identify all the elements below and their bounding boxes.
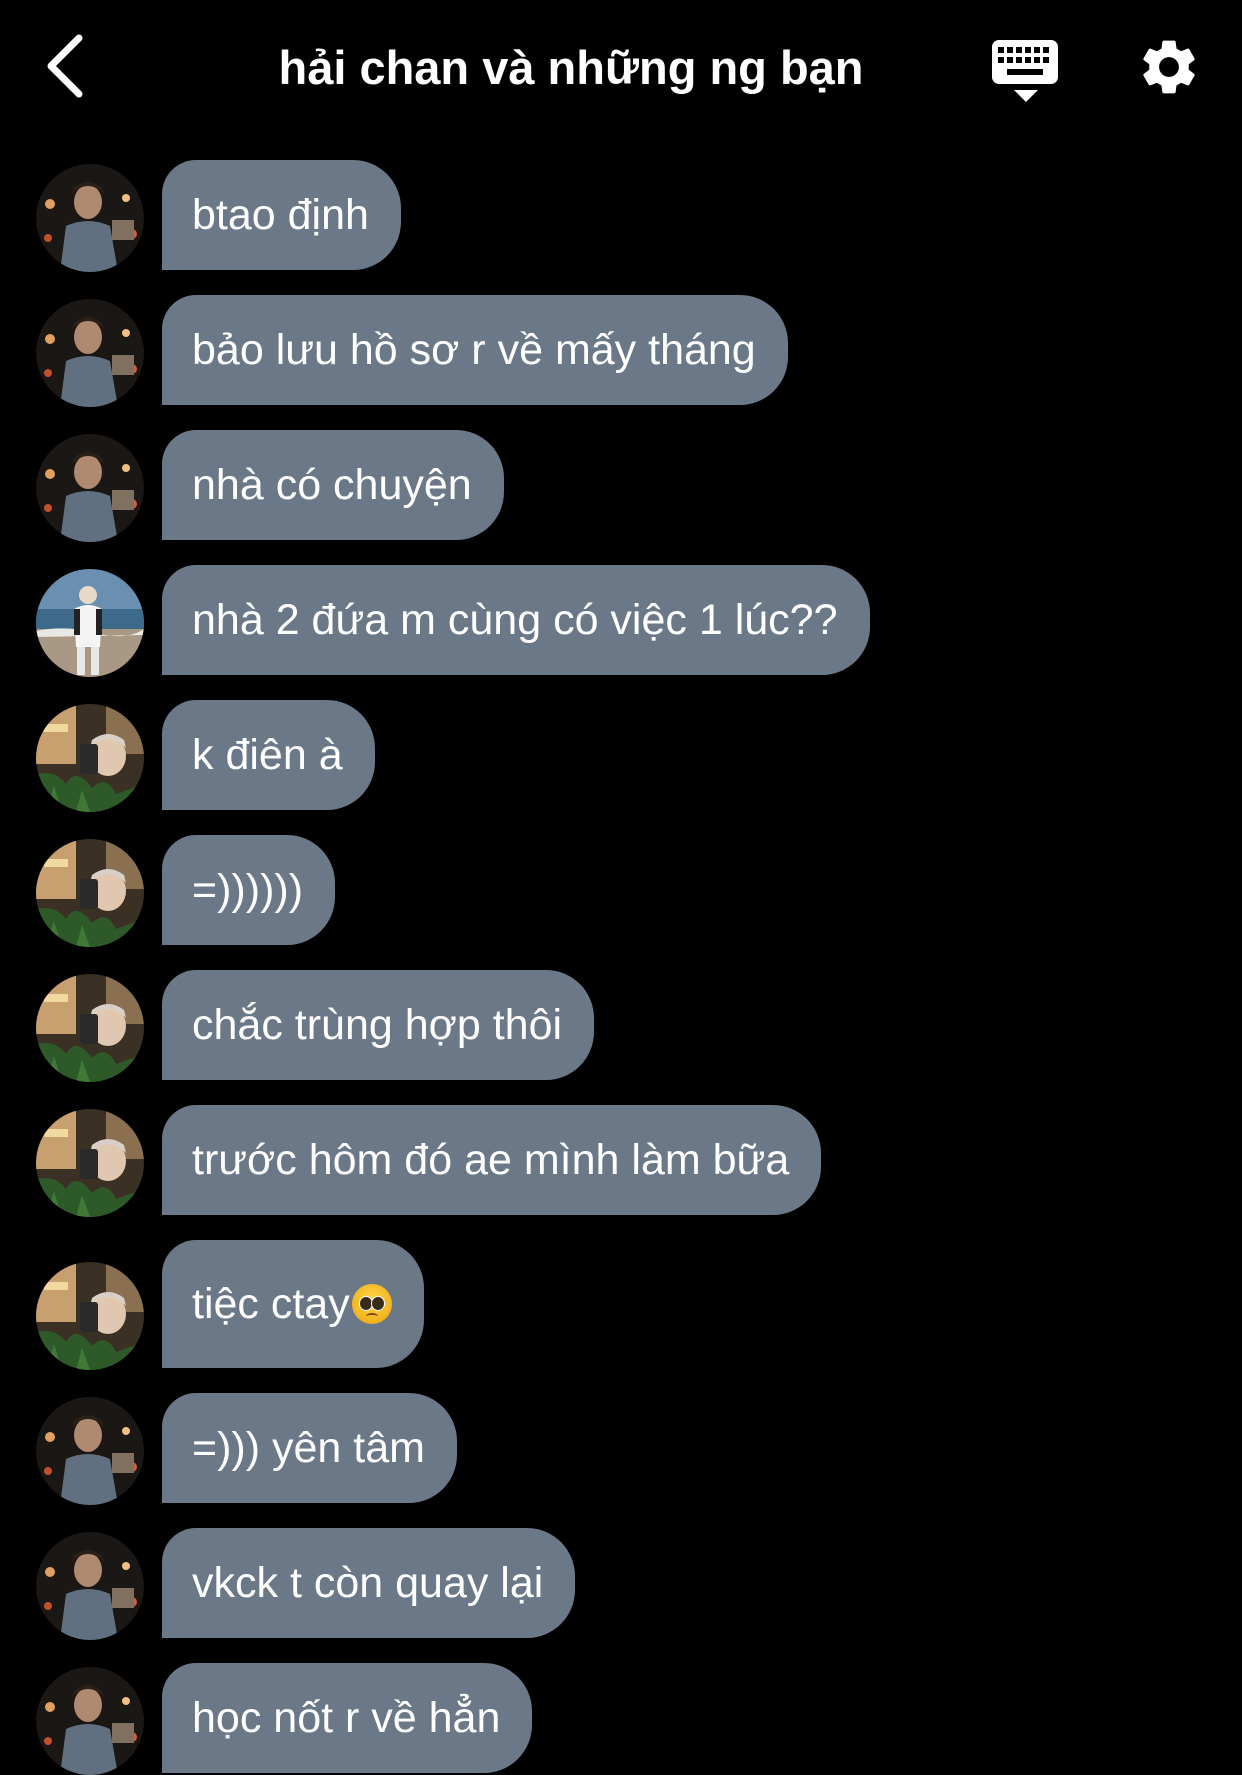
message-bubble[interactable]: k điên à <box>162 700 375 810</box>
avatar[interactable] <box>36 164 144 272</box>
pleading-face-emoji <box>351 1284 392 1324</box>
message-text: tiệc ctay <box>192 1279 350 1328</box>
message-bubble[interactable]: tiệc ctay <box>162 1240 424 1368</box>
avatar[interactable] <box>36 569 144 677</box>
message-bubble[interactable]: chắc trùng hợp thôi <box>162 970 595 1080</box>
avatar[interactable] <box>36 1262 144 1370</box>
message-bubble[interactable]: =))) yên tâm <box>162 1393 457 1503</box>
message-bubble[interactable]: =)))))) <box>162 835 336 945</box>
avatar[interactable] <box>36 1667 144 1775</box>
avatar[interactable] <box>36 974 144 1082</box>
message-bubble[interactable]: nhà 2 đứa m cùng có việc 1 lúc?? <box>162 565 870 675</box>
message-bubble[interactable]: btao định <box>162 160 401 270</box>
avatar[interactable] <box>36 1109 144 1217</box>
message-bubble[interactable]: bảo lưu hồ sơ r về mấy tháng <box>162 295 788 405</box>
avatar[interactable] <box>36 839 144 947</box>
avatar[interactable] <box>36 299 144 407</box>
message-bubble[interactable]: vkck t còn quay lại <box>162 1528 576 1638</box>
message-list[interactable]: btao định bảo lưu hồ sơ r về mấy tháng n… <box>0 0 1242 1775</box>
avatar[interactable] <box>36 1397 144 1505</box>
message-bubble[interactable]: học nốt r về hẳn <box>162 1663 533 1773</box>
message-bubble[interactable]: nhà có chuyện <box>162 430 504 540</box>
avatar[interactable] <box>36 434 144 542</box>
avatar[interactable] <box>36 1532 144 1640</box>
message-bubble[interactable]: trước hôm đó ae mình làm bữa <box>162 1105 822 1215</box>
avatar[interactable] <box>36 704 144 812</box>
